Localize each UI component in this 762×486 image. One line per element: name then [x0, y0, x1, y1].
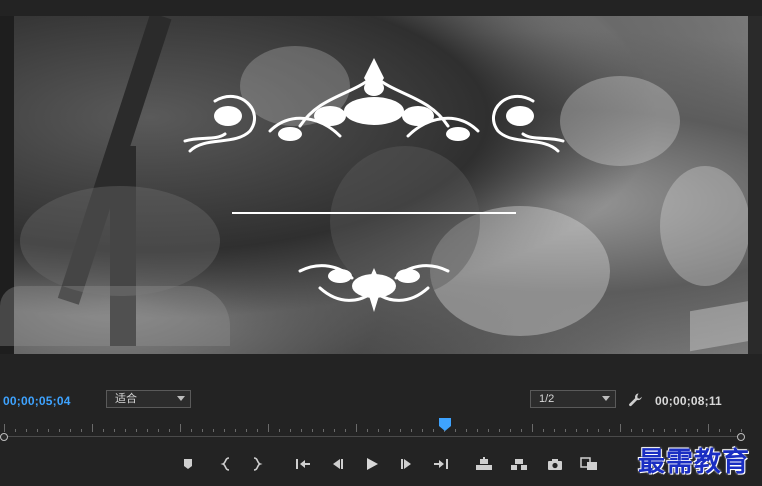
lift-button[interactable]	[473, 454, 495, 474]
duration-timecode: 00;00;08;11	[655, 394, 722, 408]
extract-button[interactable]	[508, 454, 530, 474]
watermark-logo: 最需教育	[638, 447, 750, 478]
step-back-icon	[333, 459, 343, 469]
go-to-out-icon	[434, 459, 448, 469]
title-ornament-overlay	[183, 58, 565, 312]
chevron-down-icon	[177, 396, 185, 401]
zoom-level-value: 适合	[115, 393, 137, 405]
program-monitor-video[interactable]	[0, 16, 748, 354]
step-back-button[interactable]	[326, 454, 348, 474]
camera-icon	[548, 458, 562, 470]
step-forward-button[interactable]	[396, 454, 418, 474]
lift-icon	[476, 457, 492, 470]
export-frame-button[interactable]	[544, 454, 566, 474]
extract-icon	[511, 459, 527, 470]
playhead-handle[interactable]	[439, 418, 451, 432]
add-marker-button[interactable]	[177, 454, 199, 474]
playback-resolution-select[interactable]: 1/2	[530, 390, 616, 408]
zoom-level-select[interactable]: 适合	[106, 390, 191, 408]
comparison-view-button[interactable]	[578, 454, 600, 474]
mark-out-icon	[253, 457, 263, 471]
go-to-in-icon	[296, 459, 310, 469]
chevron-down-icon	[602, 396, 610, 401]
go-to-in-button[interactable]	[292, 454, 314, 474]
play-icon	[367, 458, 378, 470]
program-monitor-controls: 00;00;05;04 适合 1/2 00;00;08;11 最需教育	[0, 354, 762, 486]
go-to-out-button[interactable]	[430, 454, 452, 474]
step-forward-icon	[401, 459, 411, 469]
monitor-side-gap	[748, 16, 762, 354]
mark-in-button[interactable]	[215, 454, 237, 474]
current-timecode[interactable]: 00;00;05;04	[3, 394, 71, 408]
playback-resolution-value: 1/2	[539, 393, 555, 405]
timeline-start-handle[interactable]	[0, 433, 8, 441]
mark-out-button[interactable]	[246, 454, 268, 474]
wrench-icon[interactable]	[628, 392, 644, 408]
play-button[interactable]	[361, 454, 383, 474]
mark-in-icon	[220, 457, 230, 471]
marker-icon	[184, 459, 192, 469]
comparison-view-icon	[580, 457, 597, 470]
time-ruler[interactable]	[0, 418, 762, 438]
